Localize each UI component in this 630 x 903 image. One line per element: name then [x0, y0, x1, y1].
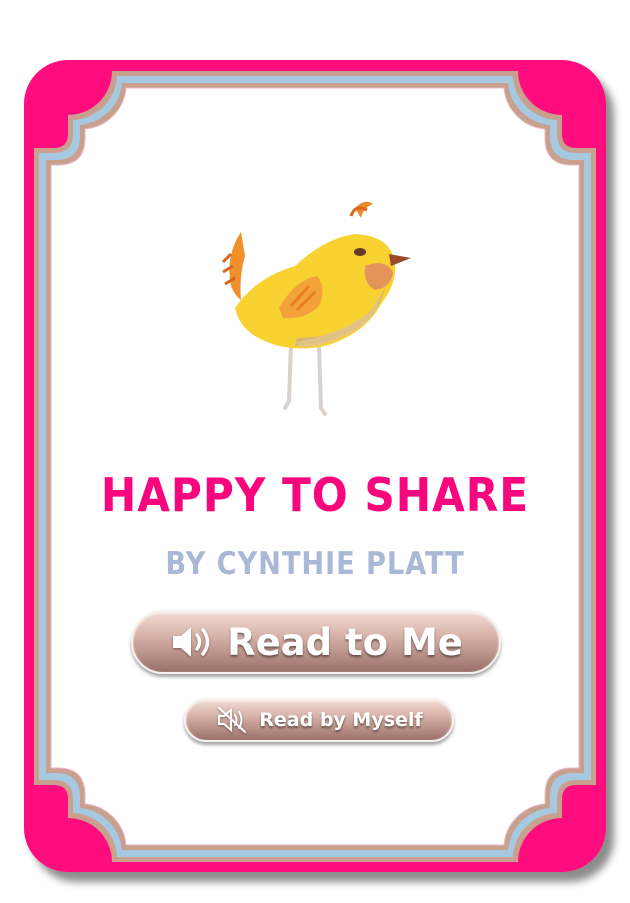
read-by-myself-label: Read by Myself: [259, 709, 423, 731]
read-to-me-button[interactable]: Read to Me: [131, 610, 501, 674]
speaker-muted-icon: [215, 706, 249, 734]
yellow-bird-illustration: [221, 201, 411, 416]
book-cover-card: HAPPY TO SHARE BY CYNTHIE PLATT Read to …: [0, 0, 630, 903]
read-by-myself-button[interactable]: Read by Myself: [184, 698, 454, 742]
read-to-me-label: Read to Me: [227, 620, 463, 664]
book-author: BY CYNTHIE PLATT: [165, 546, 465, 582]
speaker-icon: [169, 624, 217, 660]
card-frame: [24, 60, 606, 872]
book-title: HAPPY TO SHARE: [100, 468, 530, 522]
